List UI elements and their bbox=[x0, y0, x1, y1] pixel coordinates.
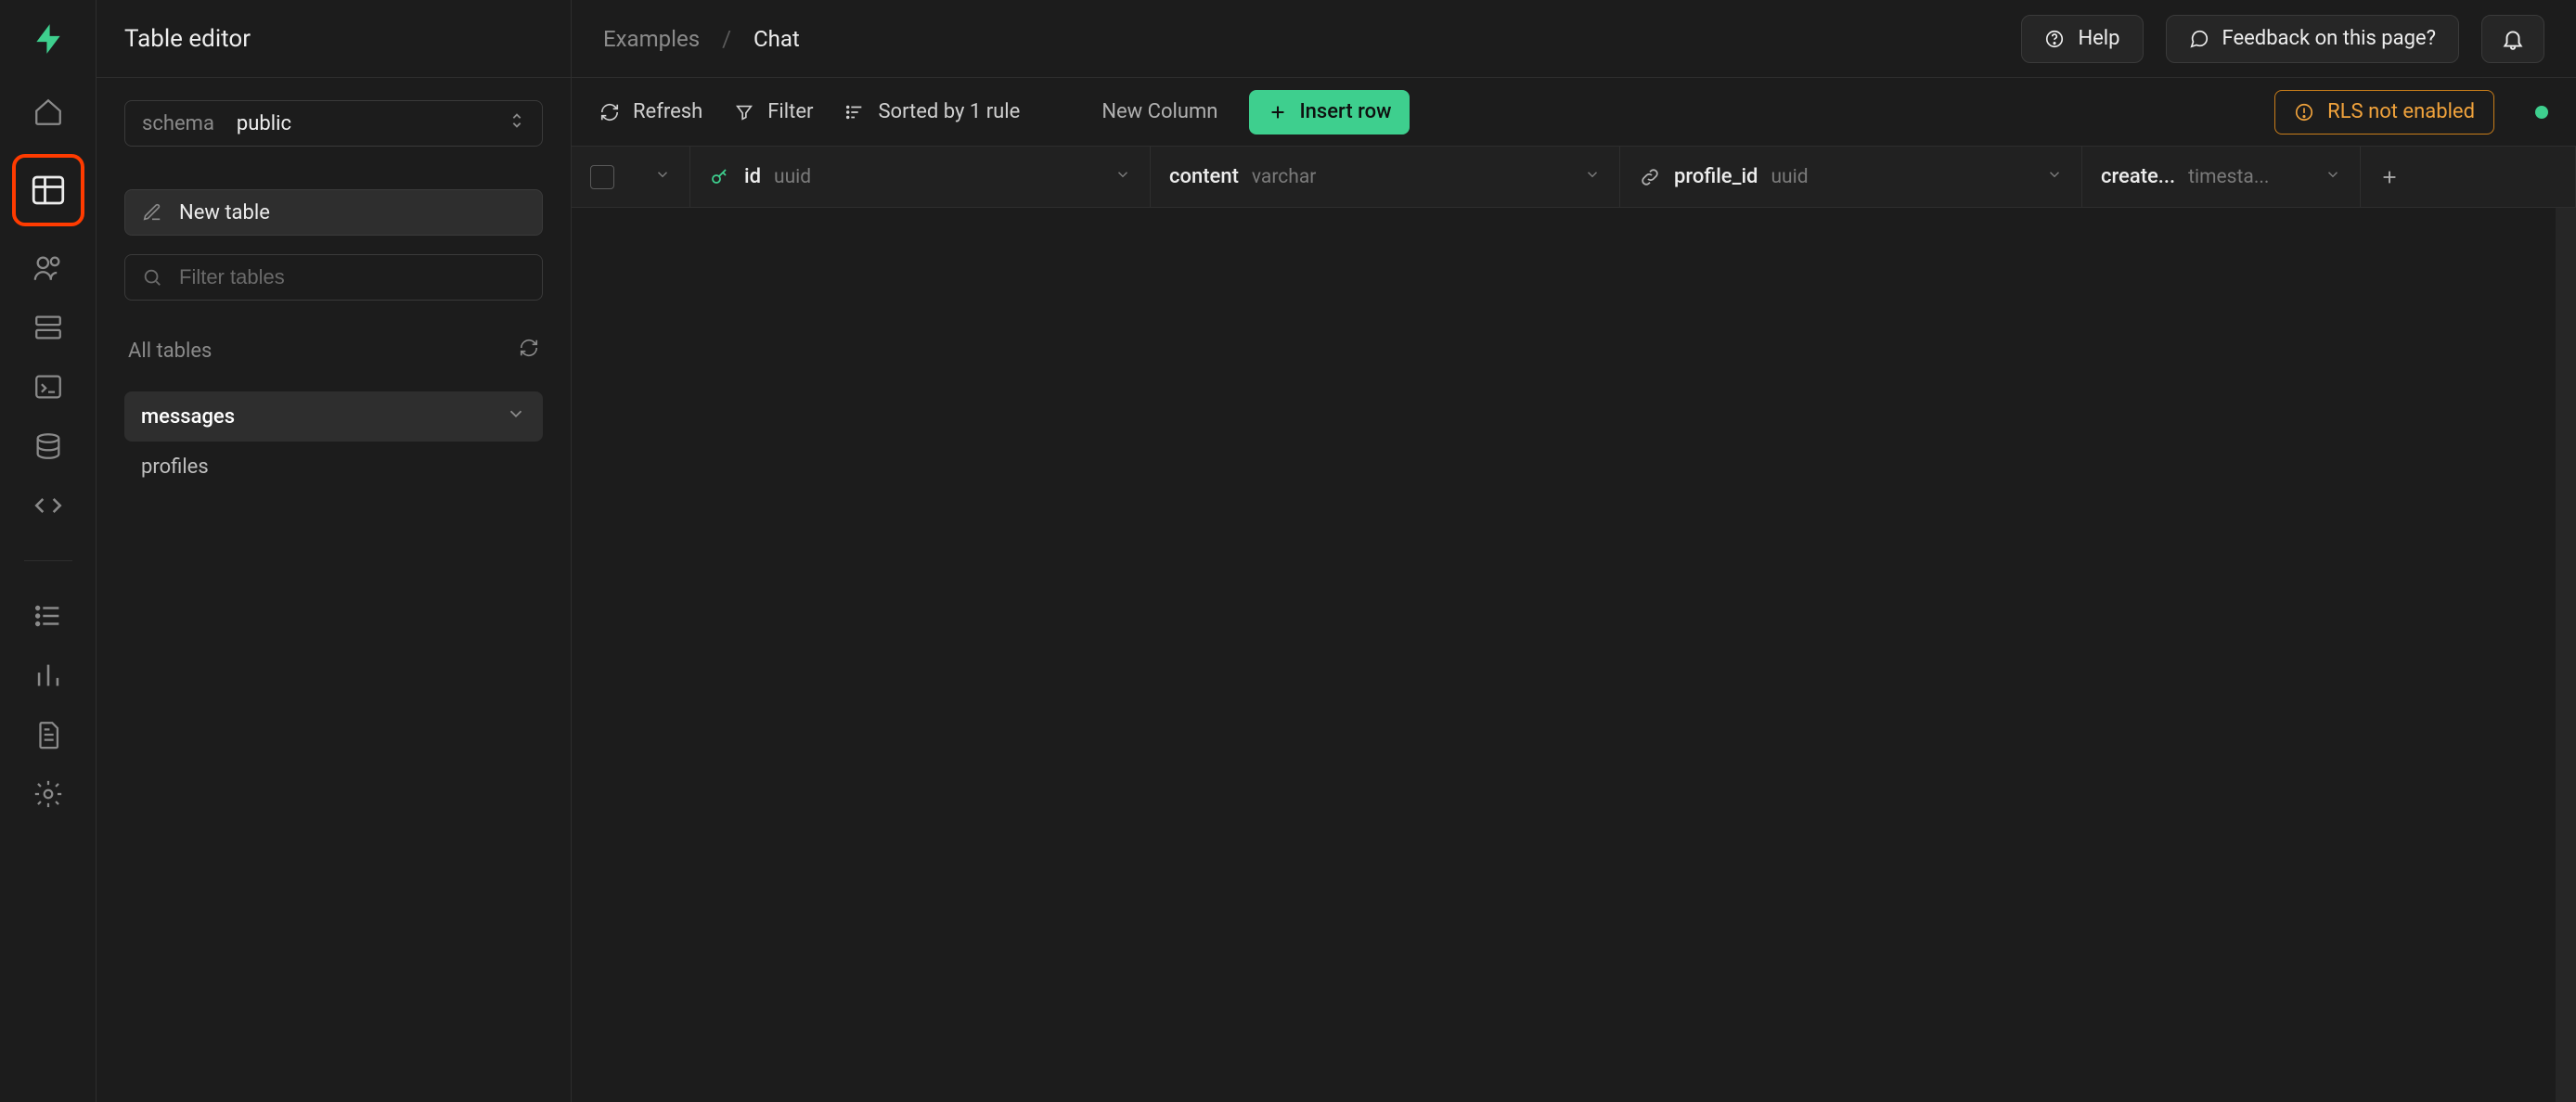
plus-icon bbox=[2379, 167, 2400, 187]
feedback-label: Feedback on this page? bbox=[2222, 27, 2436, 50]
rls-warning-button[interactable]: RLS not enabled bbox=[2274, 90, 2494, 135]
new-table-label: New table bbox=[179, 201, 270, 224]
filter-button[interactable]: Filter bbox=[734, 100, 813, 123]
sql-editor-icon[interactable] bbox=[31, 369, 66, 404]
feedback-button[interactable]: Feedback on this page? bbox=[2166, 15, 2459, 63]
column-type: uuid bbox=[1771, 166, 1808, 188]
refresh-button[interactable]: Refresh bbox=[599, 100, 702, 123]
notifications-button[interactable] bbox=[2481, 15, 2544, 63]
column-header-row: id uuid content varchar profile_id uuid … bbox=[572, 147, 2576, 208]
select-updown-icon bbox=[507, 110, 527, 136]
column-name: content bbox=[1169, 165, 1239, 188]
column-type: varchar bbox=[1252, 166, 1316, 188]
chevron-down-icon[interactable] bbox=[2325, 165, 2341, 188]
table-item-profiles[interactable]: profiles bbox=[124, 442, 543, 492]
docs-icon[interactable] bbox=[31, 717, 66, 752]
realtime-status-dot[interactable] bbox=[2535, 106, 2548, 119]
table-item-messages[interactable]: messages bbox=[124, 391, 543, 442]
insert-row-button[interactable]: Insert row bbox=[1249, 90, 1410, 135]
column-header-id[interactable]: id uuid bbox=[690, 147, 1151, 207]
nav-rail bbox=[0, 0, 97, 1102]
top-bar: Examples / Chat Help Feedback on this pa… bbox=[572, 0, 2576, 78]
column-header-profile-id[interactable]: profile_id uuid bbox=[1620, 147, 2082, 207]
column-name: create... bbox=[2101, 165, 2175, 188]
schema-value: public bbox=[237, 112, 291, 135]
storage-icon[interactable] bbox=[31, 310, 66, 345]
insert-row-label: Insert row bbox=[1299, 100, 1391, 123]
chevron-down-icon[interactable] bbox=[506, 404, 526, 429]
api-icon[interactable] bbox=[31, 488, 66, 523]
home-icon[interactable] bbox=[31, 95, 66, 130]
select-all-cell[interactable] bbox=[572, 147, 690, 207]
settings-icon[interactable] bbox=[31, 776, 66, 812]
auth-icon[interactable] bbox=[31, 250, 66, 286]
table-body-empty bbox=[572, 208, 2576, 1102]
rls-label: RLS not enabled bbox=[2327, 100, 2475, 123]
column-type: uuid bbox=[774, 166, 811, 188]
column-name: id bbox=[744, 165, 761, 188]
sort-label: Sorted by 1 rule bbox=[878, 100, 1020, 123]
table-editor-icon[interactable] bbox=[12, 154, 84, 226]
column-type: timesta... bbox=[2188, 166, 2269, 188]
filter-label: Filter bbox=[767, 100, 813, 123]
column-name: profile_id bbox=[1674, 165, 1758, 188]
list-icon[interactable] bbox=[31, 598, 66, 634]
filter-tables-field[interactable] bbox=[124, 254, 543, 301]
breadcrumb-chat[interactable]: Chat bbox=[753, 26, 800, 52]
main-area: Examples / Chat Help Feedback on this pa… bbox=[572, 0, 2576, 1102]
supabase-logo[interactable] bbox=[30, 20, 67, 58]
add-column-cell[interactable] bbox=[2361, 147, 2576, 207]
refresh-tables-icon[interactable] bbox=[519, 338, 539, 364]
chevron-down-icon[interactable] bbox=[2046, 165, 2063, 188]
chevron-down-icon[interactable] bbox=[1114, 165, 1131, 188]
table-list: messages profiles bbox=[115, 391, 552, 492]
new-column-label: New Column bbox=[1101, 100, 1217, 123]
table-name: messages bbox=[141, 405, 235, 429]
foreign-key-icon bbox=[1639, 166, 1661, 188]
reports-icon[interactable] bbox=[31, 658, 66, 693]
schema-select[interactable]: schema public bbox=[124, 100, 543, 147]
database-icon[interactable] bbox=[31, 429, 66, 464]
select-all-checkbox[interactable] bbox=[590, 165, 614, 189]
page-title: Table editor bbox=[97, 0, 571, 78]
sort-button[interactable]: Sorted by 1 rule bbox=[844, 100, 1020, 123]
column-header-created[interactable]: create... timesta... bbox=[2082, 147, 2361, 207]
help-label: Help bbox=[2078, 27, 2119, 50]
column-header-content[interactable]: content varchar bbox=[1151, 147, 1620, 207]
sidebar-panel: Table editor schema public New table All… bbox=[97, 0, 572, 1102]
row-menu-icon[interactable] bbox=[654, 165, 671, 188]
help-button[interactable]: Help bbox=[2021, 15, 2143, 63]
primary-key-icon bbox=[709, 166, 731, 188]
breadcrumb-sep: / bbox=[722, 26, 731, 52]
chevron-down-icon[interactable] bbox=[1584, 165, 1601, 188]
refresh-label: Refresh bbox=[633, 100, 702, 123]
table-name: profiles bbox=[141, 455, 209, 479]
breadcrumb-examples[interactable]: Examples bbox=[603, 26, 700, 52]
filter-tables-input[interactable] bbox=[179, 265, 525, 289]
all-tables-label: All tables bbox=[128, 340, 212, 363]
new-table-button[interactable]: New table bbox=[124, 189, 543, 236]
new-column-button[interactable]: New Column bbox=[1101, 100, 1217, 123]
table-toolbar: Refresh Filter Sorted by 1 rule New Colu… bbox=[572, 78, 2576, 147]
schema-label: schema bbox=[142, 112, 214, 135]
